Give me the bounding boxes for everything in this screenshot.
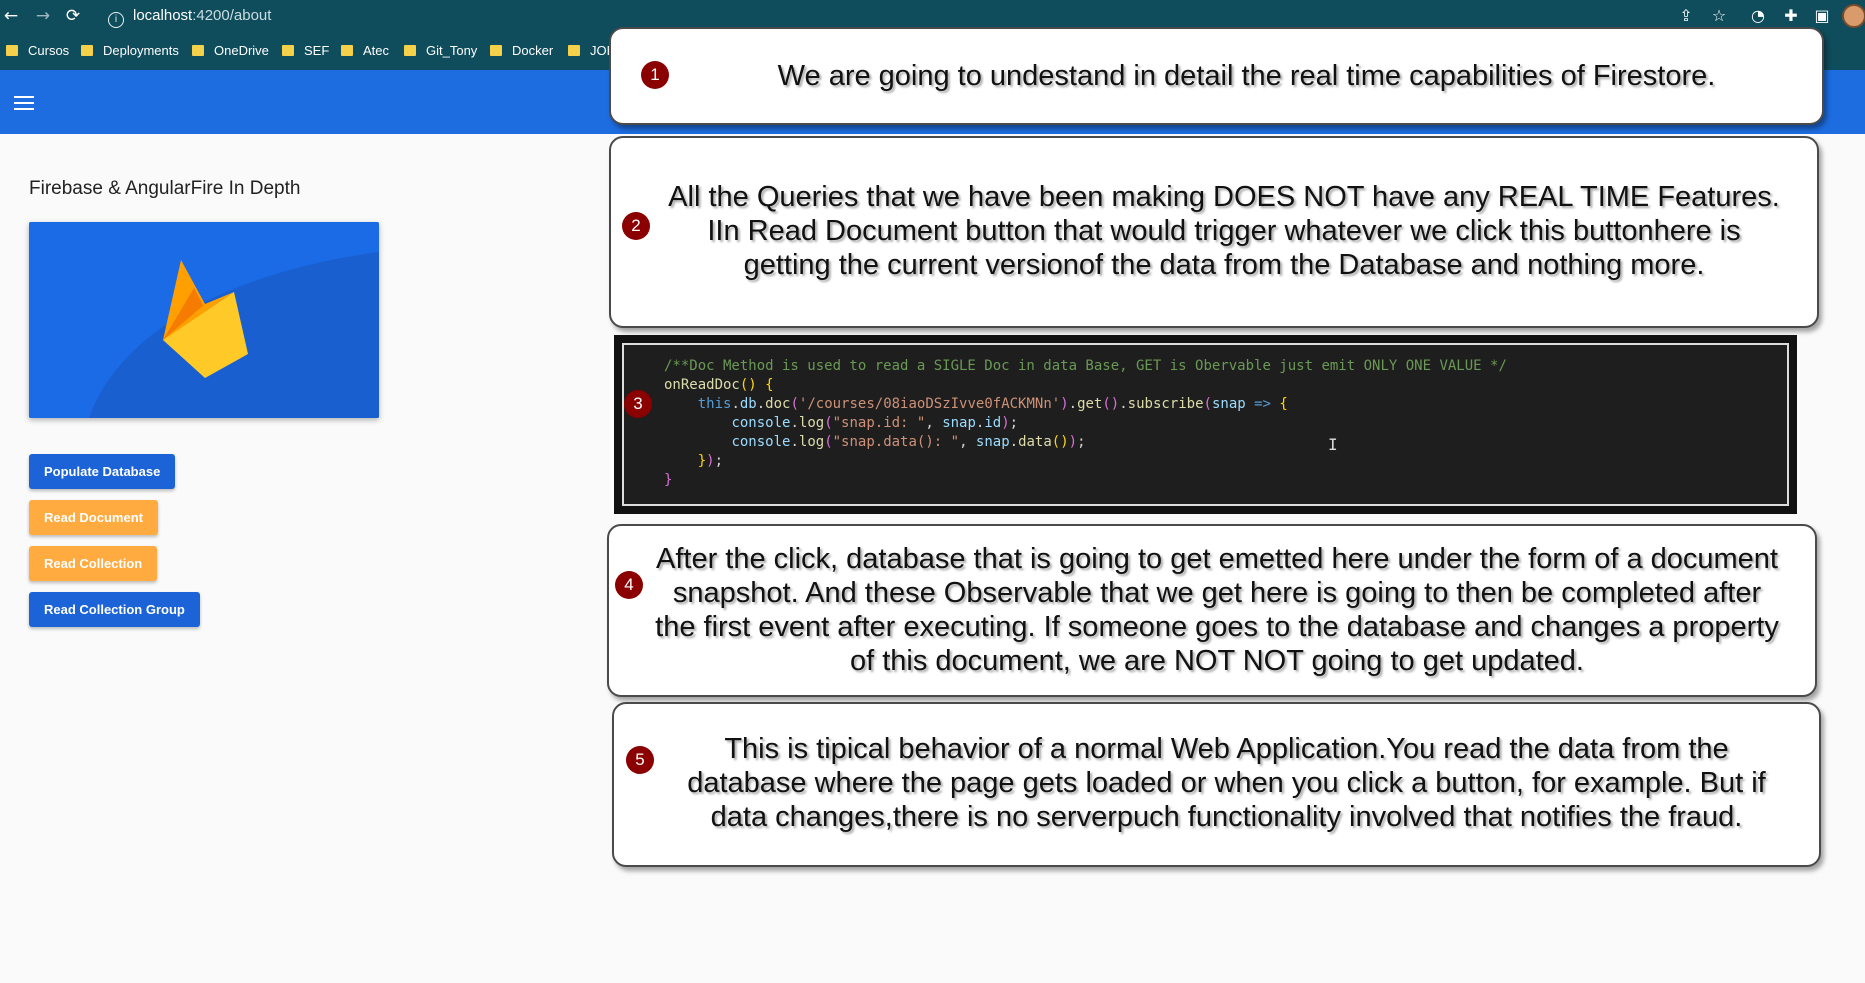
firebase-hero-image xyxy=(29,222,379,418)
bookmark-label: Cursos xyxy=(28,43,70,58)
callout-4: 4 After the click, database that is goin… xyxy=(607,524,1817,697)
url-path: :4200/about xyxy=(192,7,272,24)
folder-icon xyxy=(568,45,580,56)
callout-line: of this document, we are NOT NOT going t… xyxy=(849,645,1584,677)
code-comment: /**Doc Method is used to read a SIGLE Do… xyxy=(664,358,1507,374)
site-info-icon[interactable]: i xyxy=(108,12,124,28)
code-fn-name: onReadDoc xyxy=(664,377,740,393)
callout-line: data changes,there is no serverpuch func… xyxy=(710,801,1743,833)
page-title: Firebase & AngularFire In Depth xyxy=(29,178,301,199)
bookmark-star-icon[interactable]: ☆ xyxy=(1709,6,1729,26)
text-cursor-icon: I xyxy=(1328,435,1338,454)
bookmark-label: Atec xyxy=(363,43,390,58)
bookmark-git-tony[interactable]: Git_Tony xyxy=(404,42,477,60)
bookmark-label: SEF xyxy=(304,43,330,58)
address-bar[interactable]: i localhost:4200/about xyxy=(108,6,272,28)
step-badge: 3 xyxy=(624,390,652,418)
share-icon[interactable]: ⇪ xyxy=(1676,6,1696,26)
callout-text: We are going to undestand in detail the … xyxy=(777,60,1716,92)
callout-line: All the Queries that we have been making… xyxy=(668,181,1780,213)
side-panel-icon[interactable]: ▣ xyxy=(1812,6,1832,26)
callout-text: All the Queries that we have been making… xyxy=(641,180,1807,282)
url-host: localhost xyxy=(133,7,193,24)
folder-icon xyxy=(490,45,502,56)
folder-icon xyxy=(404,45,416,56)
profile-avatar[interactable] xyxy=(1842,4,1865,28)
read-collection-button[interactable]: Read Collection xyxy=(29,546,158,581)
callout-line: After the click, database that is going … xyxy=(656,543,1778,575)
folder-icon xyxy=(6,45,18,56)
bookmark-label: OneDrive xyxy=(214,43,269,58)
callout-5: 5 This is tipical behavior of a normal W… xyxy=(612,702,1821,867)
callout-line: This is tipical behavior of a normal Web… xyxy=(724,733,1729,765)
callout-line: getting the current versionof the data f… xyxy=(743,249,1705,281)
bookmark-onedrive[interactable]: OneDrive xyxy=(192,42,269,60)
code-string: "snap.data(): " xyxy=(832,434,960,450)
bookmark-cursos[interactable]: Cursos xyxy=(6,42,69,60)
bookmark-label: Docker xyxy=(512,43,554,58)
bookmark-label: Deployments xyxy=(103,43,179,58)
extension-sync-icon[interactable]: ◔ xyxy=(1748,6,1768,26)
bookmark-atec[interactable]: Atec xyxy=(341,42,389,60)
callout-text: After the click, database that is going … xyxy=(629,542,1805,678)
reload-icon[interactable]: ⟳ xyxy=(63,6,83,26)
bookmark-label: Git_Tony xyxy=(426,43,478,58)
callout-text: This is tipical behavior of a normal Web… xyxy=(644,732,1809,834)
code-editor: /**Doc Method is used to read a SIGLE Do… xyxy=(622,343,1789,506)
code-string: "snap.id: " xyxy=(832,415,926,431)
populate-database-button[interactable]: Populate Database xyxy=(29,454,176,489)
code-screenshot: /**Doc Method is used to read a SIGLE Do… xyxy=(614,335,1797,514)
read-collection-group-button[interactable]: Read Collection Group xyxy=(29,592,200,627)
folder-icon xyxy=(341,45,353,56)
step-badge: 1 xyxy=(641,61,669,89)
extensions-puzzle-icon[interactable]: ✚ xyxy=(1781,6,1801,26)
code-path: '/courses/08iaoDSzIvve0fACKMNn' xyxy=(798,396,1061,412)
code-text: /**Doc Method is used to read a SIGLE Do… xyxy=(664,358,1507,488)
bookmark-deployments[interactable]: Deployments xyxy=(81,42,179,60)
callout-line: snapshot. And these Observable that we g… xyxy=(672,577,1762,609)
folder-icon xyxy=(192,45,204,56)
folder-icon xyxy=(81,45,93,56)
back-arrow-icon[interactable]: ← xyxy=(1,6,21,26)
folder-icon xyxy=(282,45,294,56)
callout-line: the first event after executing. If some… xyxy=(655,611,1779,643)
menu-icon[interactable] xyxy=(14,96,36,112)
callout-line: database where the page gets loaded or w… xyxy=(687,767,1766,799)
forward-arrow-icon[interactable]: → xyxy=(33,6,53,26)
callout-2: 2 All the Queries that we have been maki… xyxy=(609,136,1819,328)
bookmark-docker[interactable]: Docker xyxy=(490,42,553,60)
read-document-button[interactable]: Read Document xyxy=(29,500,158,535)
bookmark-sef[interactable]: SEF xyxy=(282,42,329,60)
callout-line: IIn Read Document button that would trig… xyxy=(707,215,1741,247)
callout-1: 1 We are going to undestand in detail th… xyxy=(609,27,1824,125)
